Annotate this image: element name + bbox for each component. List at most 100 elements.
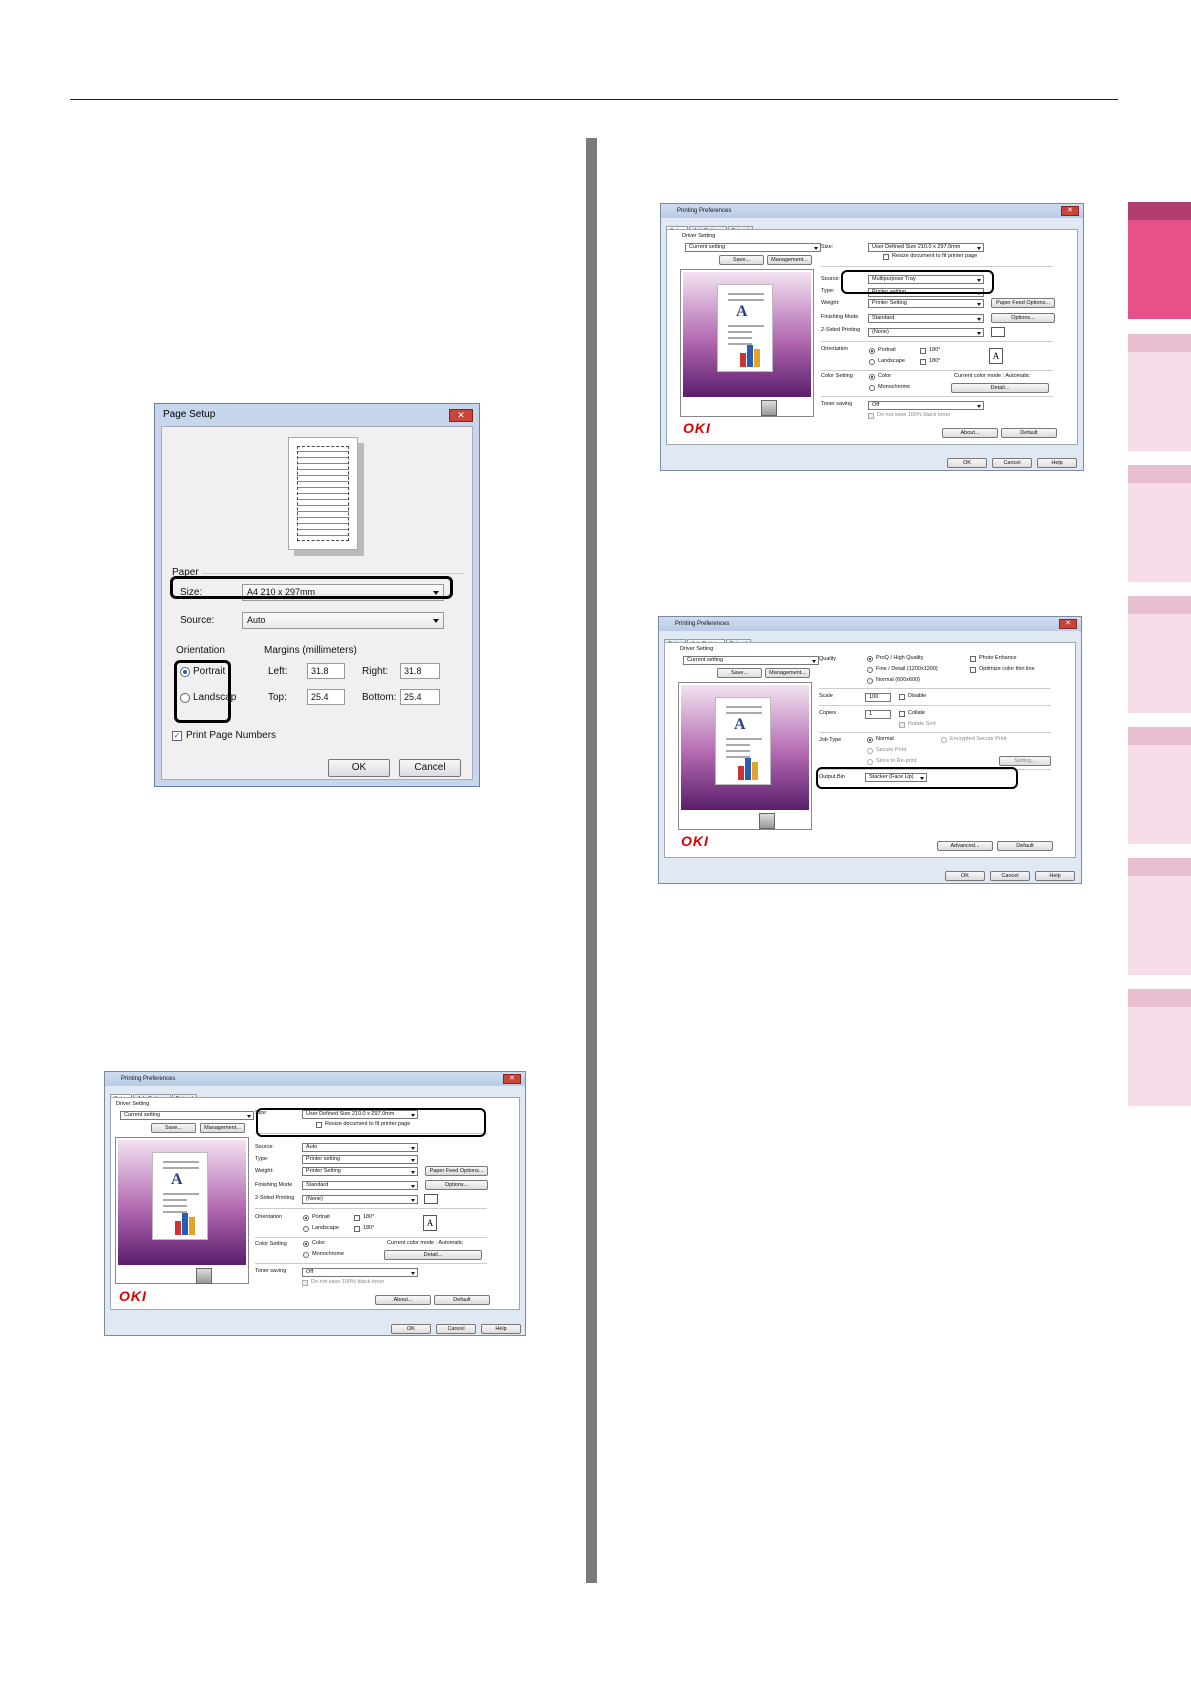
source-select[interactable]: Auto [302,1143,418,1152]
ok-button[interactable]: OK [391,1324,431,1334]
toner-black-checkbox[interactable] [868,413,874,419]
options-button[interactable]: Options... [425,1180,488,1190]
save-button[interactable]: Save... [717,668,762,678]
close-icon[interactable]: ✕ [449,409,473,422]
toner-saving-select[interactable]: Off [302,1268,418,1277]
toner-saving-select[interactable]: Off [868,401,984,410]
optimize-checkbox[interactable] [970,667,976,673]
help-button[interactable]: Help [1035,871,1075,881]
default-button[interactable]: Default [1001,428,1057,438]
options-button[interactable]: Options... [991,313,1055,323]
rotate-180b-checkbox[interactable] [920,359,926,365]
save-button[interactable]: Save... [151,1123,196,1133]
chevron-down-icon [411,1272,415,1275]
ok-button[interactable]: OK [947,458,987,468]
two-sided-select[interactable]: (None) [302,1195,418,1204]
job-normal-radio[interactable] [867,737,873,743]
cancel-button[interactable]: Cancel [992,458,1032,468]
size-select[interactable]: User Defined Size 210.0 x 297.0mm [868,243,984,252]
driver-setting-select[interactable]: Current setting [685,243,821,252]
management-button[interactable]: Management... [767,255,812,265]
detail-button[interactable]: Detail... [951,383,1049,393]
portrait-radio[interactable] [869,348,875,354]
management-button[interactable]: Management... [200,1123,245,1133]
color-radio[interactable] [303,1241,309,1247]
right-margin-label: Right: [362,666,389,677]
chapter-tab-6[interactable] [1128,858,1191,975]
default-button[interactable]: Default [434,1295,490,1305]
cancel-button[interactable]: Cancel [436,1324,476,1334]
quality-fine-radio[interactable] [867,667,873,673]
monochrome-label: Monochrome [878,384,911,390]
portrait-radio[interactable] [303,1215,309,1221]
management-button[interactable]: Management... [765,668,810,678]
scale-disable-checkbox[interactable] [899,694,905,700]
close-icon[interactable]: ✕ [1059,619,1077,629]
default-button[interactable]: Default [997,841,1053,851]
collate-checkbox[interactable] [899,711,905,717]
quality-proq-radio[interactable] [867,656,873,662]
driver-setting-select[interactable]: Current setting [683,656,819,665]
ok-button[interactable]: OK [945,871,985,881]
print-page-numbers-checkbox[interactable]: ✓ [172,731,182,741]
chapter-tab-2[interactable] [1128,334,1191,451]
orientation-preview-icon: A [989,348,1003,364]
rotate-180b-checkbox[interactable] [354,1226,360,1232]
chapter-tab-1[interactable] [1128,202,1191,319]
landscape-radio[interactable] [303,1226,309,1232]
chapter-tab-4[interactable] [1128,596,1191,713]
weight-select[interactable]: Printer Setting [868,299,984,308]
cancel-button[interactable]: Cancel [990,871,1030,881]
resize-checkbox[interactable] [883,254,889,260]
separator [821,266,1053,267]
quality-normal-radio[interactable] [867,678,873,684]
job-store-radio[interactable] [867,759,873,765]
chevron-down-icon [411,1199,415,1202]
copies-input[interactable]: 1 [865,710,891,719]
monochrome-radio[interactable] [303,1252,309,1258]
close-icon[interactable]: ✕ [503,1074,521,1084]
printing-preferences-dialog-1: Printing Preferences ✕ SetupJob OptionsEx… [104,1071,526,1336]
bottom-margin-input[interactable]: 25.4 [400,689,440,705]
source-select[interactable]: Auto [242,612,444,629]
save-button[interactable]: Save... [719,255,764,265]
advanced-button[interactable]: Advanced... [937,841,993,851]
rotate-180-checkbox[interactable] [920,348,926,354]
toner-black-checkbox[interactable] [302,1280,308,1286]
rotate-sort-checkbox[interactable] [899,722,905,728]
chapter-tab-3[interactable] [1128,465,1191,582]
preview-pane: A [678,682,812,830]
two-sided-select[interactable]: (None) [868,328,984,337]
finishing-mode-select[interactable]: Standard [302,1181,418,1190]
detail-button[interactable]: Detail... [384,1250,482,1260]
paper-feed-options-button[interactable]: Paper Feed Options... [991,298,1055,308]
landscape-radio[interactable] [869,359,875,365]
about-button[interactable]: About... [375,1295,431,1305]
help-button[interactable]: Help [1037,458,1077,468]
color-radio[interactable] [869,374,875,380]
about-button[interactable]: About... [942,428,998,438]
scale-input[interactable]: 100 [865,693,891,702]
rotate-180-checkbox[interactable] [354,1215,360,1221]
weight-select[interactable]: Printer Setting [302,1167,418,1176]
chapter-tab-5[interactable] [1128,727,1191,844]
type-select[interactable]: Printer setting [302,1155,418,1164]
job-encrypted-radio[interactable] [941,737,947,743]
left-margin-input[interactable]: 31.8 [307,663,345,679]
cancel-button[interactable]: Cancel [399,759,461,777]
source-label: Source: [255,1144,274,1150]
ok-button[interactable]: OK [328,759,390,777]
finishing-mode-select[interactable]: Standard [868,314,984,323]
photo-enhance-checkbox[interactable] [970,656,976,662]
job-setting-button[interactable]: Setting... [999,756,1051,766]
driver-setting-select[interactable]: Current setting [120,1111,254,1120]
source-value: Auto [247,615,266,625]
help-button[interactable]: Help [481,1324,521,1334]
paper-feed-options-button[interactable]: Paper Feed Options... [425,1166,488,1176]
job-secure-radio[interactable] [867,748,873,754]
right-margin-input[interactable]: 31.8 [400,663,440,679]
close-icon[interactable]: ✕ [1061,206,1079,216]
chapter-tab-7[interactable] [1128,989,1191,1106]
monochrome-radio[interactable] [869,385,875,391]
top-margin-input[interactable]: 25.4 [307,689,345,705]
